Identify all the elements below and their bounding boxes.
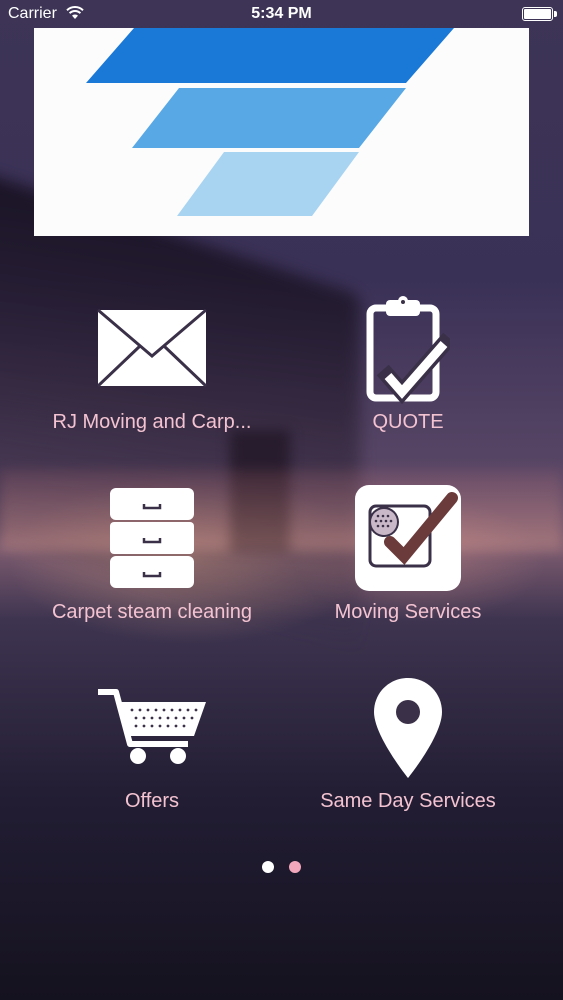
tile-rj-moving[interactable]: RJ Moving and Carp... <box>32 300 272 440</box>
status-bar: Carrier 5:34 PM <box>0 0 563 28</box>
battery-icon <box>522 7 557 21</box>
company-logo-banner[interactable] <box>34 28 529 236</box>
logo-stripes-icon <box>86 28 454 216</box>
tile-label: RJ Moving and Carp... <box>52 411 252 433</box>
tile-moving-services[interactable]: Moving Services <box>288 482 528 630</box>
checklist-checkbox-icon <box>355 485 461 591</box>
page-dot-1[interactable] <box>262 861 275 873</box>
shopping-cart-icon <box>98 689 206 764</box>
tile-label: QUOTE <box>372 411 444 433</box>
page-indicator[interactable] <box>0 860 563 874</box>
tile-carpet-steam-cleaning[interactable]: Carpet steam cleaning <box>32 485 272 630</box>
file-cabinet-icon <box>110 488 194 588</box>
clipboard-check-icon <box>366 296 450 404</box>
tile-quote[interactable]: QUOTE <box>288 290 528 440</box>
page-dot-2[interactable] <box>288 861 301 873</box>
clock: 5:34 PM <box>251 5 312 22</box>
map-pin-icon <box>374 678 442 778</box>
tile-label: Carpet steam cleaning <box>51 601 253 623</box>
tile-label: Same Day Services <box>320 790 496 812</box>
tile-label: Moving Services <box>334 601 482 623</box>
envelope-icon <box>96 308 208 388</box>
tile-same-day-services[interactable]: Same Day Services <box>288 676 528 818</box>
tile-offers[interactable]: Offers <box>32 688 272 818</box>
tile-label: Offers <box>124 790 180 812</box>
